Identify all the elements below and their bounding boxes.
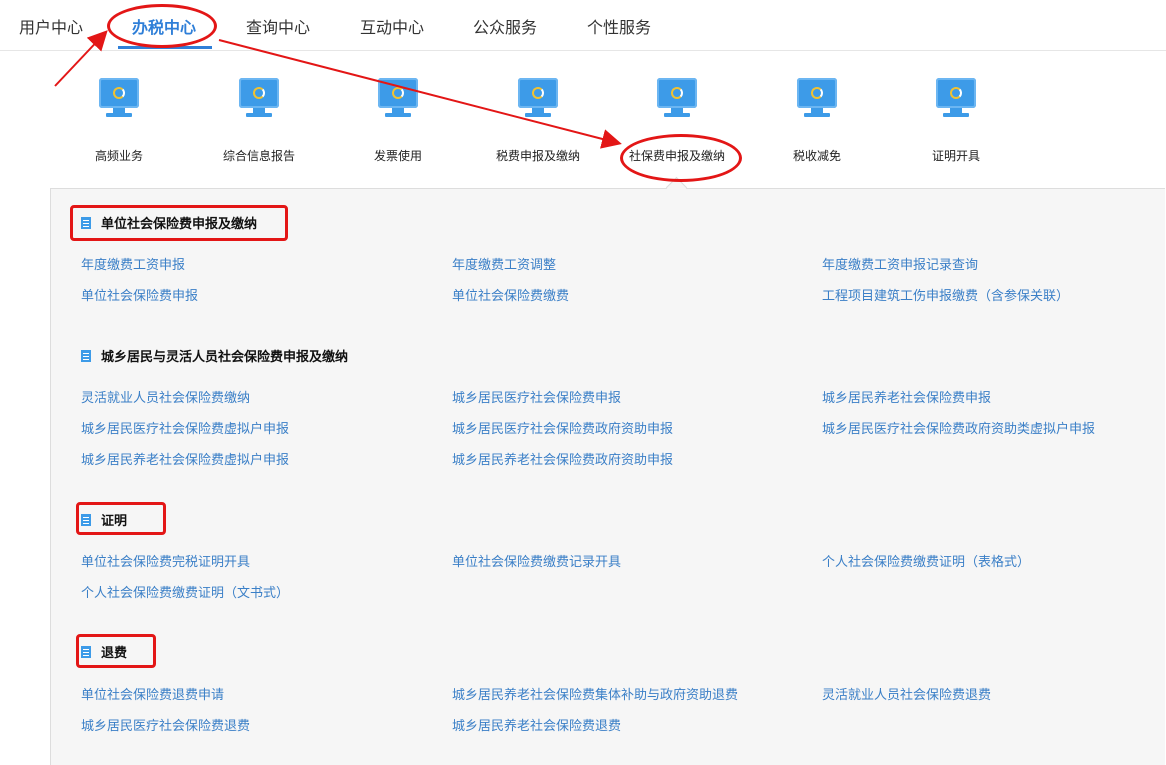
tile-label: 税收减免 — [792, 149, 841, 163]
annotation-box-section-1 — [70, 205, 288, 241]
monitor-icon — [797, 78, 837, 108]
submenu-panel — [50, 188, 1165, 765]
link-item[interactable]: 单位社会保险费申报 — [81, 285, 198, 304]
tile-label: 发票使用 — [373, 149, 422, 163]
link-item[interactable]: 年度缴费工资申报 — [81, 254, 185, 273]
tile-tax-declaration[interactable]: 税费申报及缴纳 — [478, 78, 598, 168]
link-item[interactable]: 单位社会保险费退费申请 — [81, 684, 224, 703]
monitor-icon — [657, 78, 697, 108]
monitor-icon — [936, 78, 976, 108]
link-item[interactable]: 灵活就业人员社会保险费退费 — [822, 684, 991, 703]
nav-tab-interaction-center[interactable]: 互动中心 — [360, 14, 424, 38]
section-title: 城乡居民与灵活人员社会保险费申报及缴纳 — [81, 346, 348, 365]
tile-tax-relief[interactable]: 税收减免 — [757, 78, 877, 168]
tile-label: 高频业务 — [94, 149, 143, 163]
link-item[interactable]: 年度缴费工资申报记录查询 — [822, 254, 978, 273]
annotation-box-section-3 — [76, 502, 166, 535]
tile-info-report[interactable]: 综合信息报告 — [199, 78, 319, 168]
tile-label: 税费申报及缴纳 — [495, 149, 580, 163]
link-item[interactable]: 灵活就业人员社会保险费缴纳 — [81, 387, 250, 406]
monitor-icon — [99, 78, 139, 108]
annotation-ring-tax-center — [107, 4, 217, 48]
link-item[interactable]: 单位社会保险费完税证明开具 — [81, 551, 250, 570]
link-item[interactable]: 城乡居民养老社会保险费集体补助与政府资助退费 — [452, 684, 738, 703]
monitor-icon — [518, 78, 558, 108]
link-item[interactable]: 城乡居民养老社会保险费政府资助申报 — [452, 449, 673, 468]
nav-tab-public-service[interactable]: 公众服务 — [473, 14, 537, 38]
link-item[interactable]: 单位社会保险费缴费 — [452, 285, 569, 304]
tile-invoice-use[interactable]: 发票使用 — [338, 78, 458, 168]
link-item[interactable]: 城乡居民医疗社会保险费退费 — [81, 715, 250, 734]
link-item[interactable]: 年度缴费工资调整 — [452, 254, 556, 273]
tile-label: 综合信息报告 — [222, 149, 295, 163]
nav-tab-user-center[interactable]: 用户中心 — [19, 14, 83, 38]
link-item[interactable]: 单位社会保险费缴费记录开具 — [452, 551, 621, 570]
link-item[interactable]: 工程项目建筑工伤申报缴费（含参保关联） — [822, 285, 1069, 304]
link-item[interactable]: 城乡居民医疗社会保险费政府资助类虚拟户申报 — [822, 418, 1095, 437]
tile-label: 证明开具 — [931, 149, 980, 163]
link-item[interactable]: 个人社会保险费缴费证明（文书式） — [81, 582, 289, 601]
monitor-icon — [239, 78, 279, 108]
link-item[interactable]: 个人社会保险费缴费证明（表格式） — [822, 551, 1030, 570]
link-item[interactable]: 城乡居民养老社会保险费退费 — [452, 715, 621, 734]
document-icon — [81, 350, 91, 362]
nav-tab-personal-service[interactable]: 个性服务 — [587, 14, 651, 38]
tile-high-frequency[interactable]: 高频业务 — [59, 78, 179, 168]
link-item[interactable]: 城乡居民医疗社会保险费申报 — [452, 387, 621, 406]
monitor-icon — [378, 78, 418, 108]
link-item[interactable]: 城乡居民养老社会保险费虚拟户申报 — [81, 449, 289, 468]
link-item[interactable]: 城乡居民养老社会保险费申报 — [822, 387, 991, 406]
annotation-box-section-4 — [76, 634, 156, 668]
link-item[interactable]: 城乡居民医疗社会保险费虚拟户申报 — [81, 418, 289, 437]
nav-tab-query-center[interactable]: 查询中心 — [246, 14, 310, 38]
annotation-ring-social-insurance — [620, 134, 742, 182]
tile-certificate[interactable]: 证明开具 — [896, 78, 1016, 168]
link-item[interactable]: 城乡居民医疗社会保险费政府资助申报 — [452, 418, 673, 437]
